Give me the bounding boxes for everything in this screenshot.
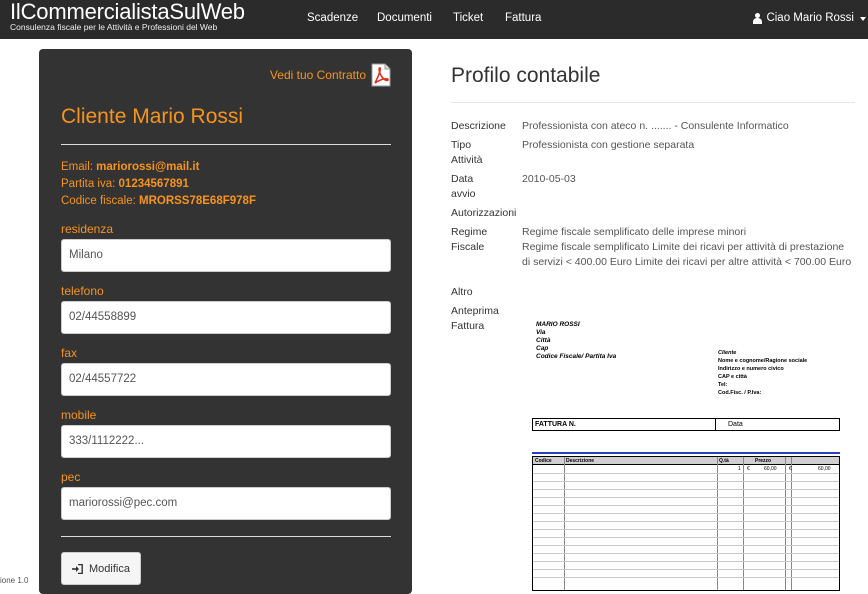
tipo-label-line1: Tipo — [451, 139, 472, 151]
user-icon — [752, 12, 763, 24]
invoice-number-box: FATTURA N. Data — [532, 418, 840, 431]
invoice-client: Cliente Nome e cognome/Ragione sociale I… — [718, 350, 808, 396]
regime-value-2: Regime fiscale semplificato Limite dei r… — [522, 241, 852, 268]
altro-label: Altro — [451, 286, 473, 298]
row1-currency-total: € — [789, 466, 792, 472]
top-navbar: IlCommercialistaSulWeb Consulenza fiscal… — [0, 0, 868, 39]
sign-in-icon — [72, 563, 83, 574]
autorizzazioni-label: Autorizzazioni — [451, 207, 517, 219]
view-contract-label: Vedi tuo Contratto — [269, 68, 366, 82]
mobile-field[interactable]: 333/1112222... — [61, 425, 391, 458]
residenza-field[interactable]: Milano — [61, 239, 391, 272]
telefono-field[interactable]: 02/44558899 — [61, 301, 391, 334]
client-email-value: mariorossi@mail.it — [96, 161, 200, 173]
nav-item-scadenze[interactable]: Scadenze — [307, 12, 358, 24]
data-value: 2010-05-03 — [522, 173, 576, 185]
caret-down-icon — [860, 17, 866, 21]
fax-field[interactable]: 02/44557722 — [61, 363, 391, 396]
anteprima-label-line2: Fattura — [451, 320, 485, 332]
row1-price: 60,00 — [764, 466, 777, 472]
telefono-label: telefono — [61, 284, 104, 298]
brand-logo[interactable]: IlCommercialistaSulWeb Consulenza fiscal… — [10, 0, 245, 32]
client-cf: Codice fiscale: MRORSS78E68F978F — [61, 195, 256, 207]
profile-title: Profilo contabile — [451, 64, 601, 87]
user-greeting: Ciao Mario Rossi — [766, 12, 854, 24]
client-piva: Partita iva: 01234567891 — [61, 178, 189, 190]
invoice-separator — [532, 452, 840, 454]
divider — [61, 144, 391, 145]
fax-label: fax — [61, 346, 78, 360]
client-panel: Vedi tuo Contratto Cliente Mario Rossi E… — [39, 49, 412, 594]
brand-name: IlCommercialistaSulWeb — [10, 0, 245, 24]
pec-label: pec — [61, 470, 81, 484]
invoice-preview[interactable]: MARIO ROSSI Via Città Cap Codice Fiscale… — [532, 318, 842, 591]
regime-label-line2: Fiscale — [451, 241, 485, 253]
invoice-table: Codice Descrizione Q.tà Prezzo 1 € 60,00… — [532, 456, 840, 591]
regime-label-line1: Regime — [451, 226, 488, 238]
client-email: Email: mariorossi@mail.it — [61, 161, 200, 173]
version-text: ione 1.0 — [0, 576, 29, 585]
residenza-label: residenza — [61, 222, 114, 236]
edit-button[interactable]: Modifica — [61, 552, 141, 585]
client-cf-value: MRORSS78E68F978F — [139, 195, 256, 207]
regime-value-1: Regime fiscale semplificato delle impres… — [522, 226, 747, 238]
descrizione-value: Professionista con ateco n. ....... - Co… — [522, 120, 789, 132]
client-title: Cliente Mario Rossi — [61, 105, 244, 128]
anteprima-label-line1: Anteprima — [451, 305, 499, 317]
pec-field[interactable]: mariorossi@pec.com — [61, 487, 391, 520]
user-menu[interactable]: Ciao Mario Rossi — [752, 12, 866, 24]
tipo-value: Professionista con gestione separata — [522, 139, 695, 151]
row1-total: 60,00 — [818, 466, 831, 472]
client-piva-value: 01234567891 — [118, 178, 189, 190]
data-label-line1: Data — [451, 173, 474, 185]
divider — [61, 536, 391, 537]
descrizione-label: Descrizione — [451, 120, 506, 132]
data-label-line2: avvio — [451, 188, 476, 200]
row1-qty: 1 — [738, 466, 741, 472]
nav-item-fattura[interactable]: Fattura — [505, 12, 541, 24]
nav-item-documenti[interactable]: Documenti — [377, 12, 432, 24]
nav-item-ticket[interactable]: Ticket — [453, 12, 483, 24]
invoice-table-header: Codice Descrizione Q.tà Prezzo — [533, 457, 839, 465]
tipo-label-line2: Attività — [451, 154, 483, 166]
view-contract-link[interactable]: Vedi tuo Contratto — [270, 63, 392, 87]
pdf-icon — [370, 63, 392, 87]
mobile-label: mobile — [61, 408, 97, 422]
edit-button-label: Modifica — [89, 562, 130, 575]
brand-tagline: Consulenza fiscale per le Attività e Pro… — [10, 22, 218, 32]
invoice-sender: MARIO ROSSI Via Città Cap Codice Fiscale… — [536, 321, 617, 360]
row1-currency: € — [747, 466, 750, 472]
profile-divider — [451, 102, 855, 103]
